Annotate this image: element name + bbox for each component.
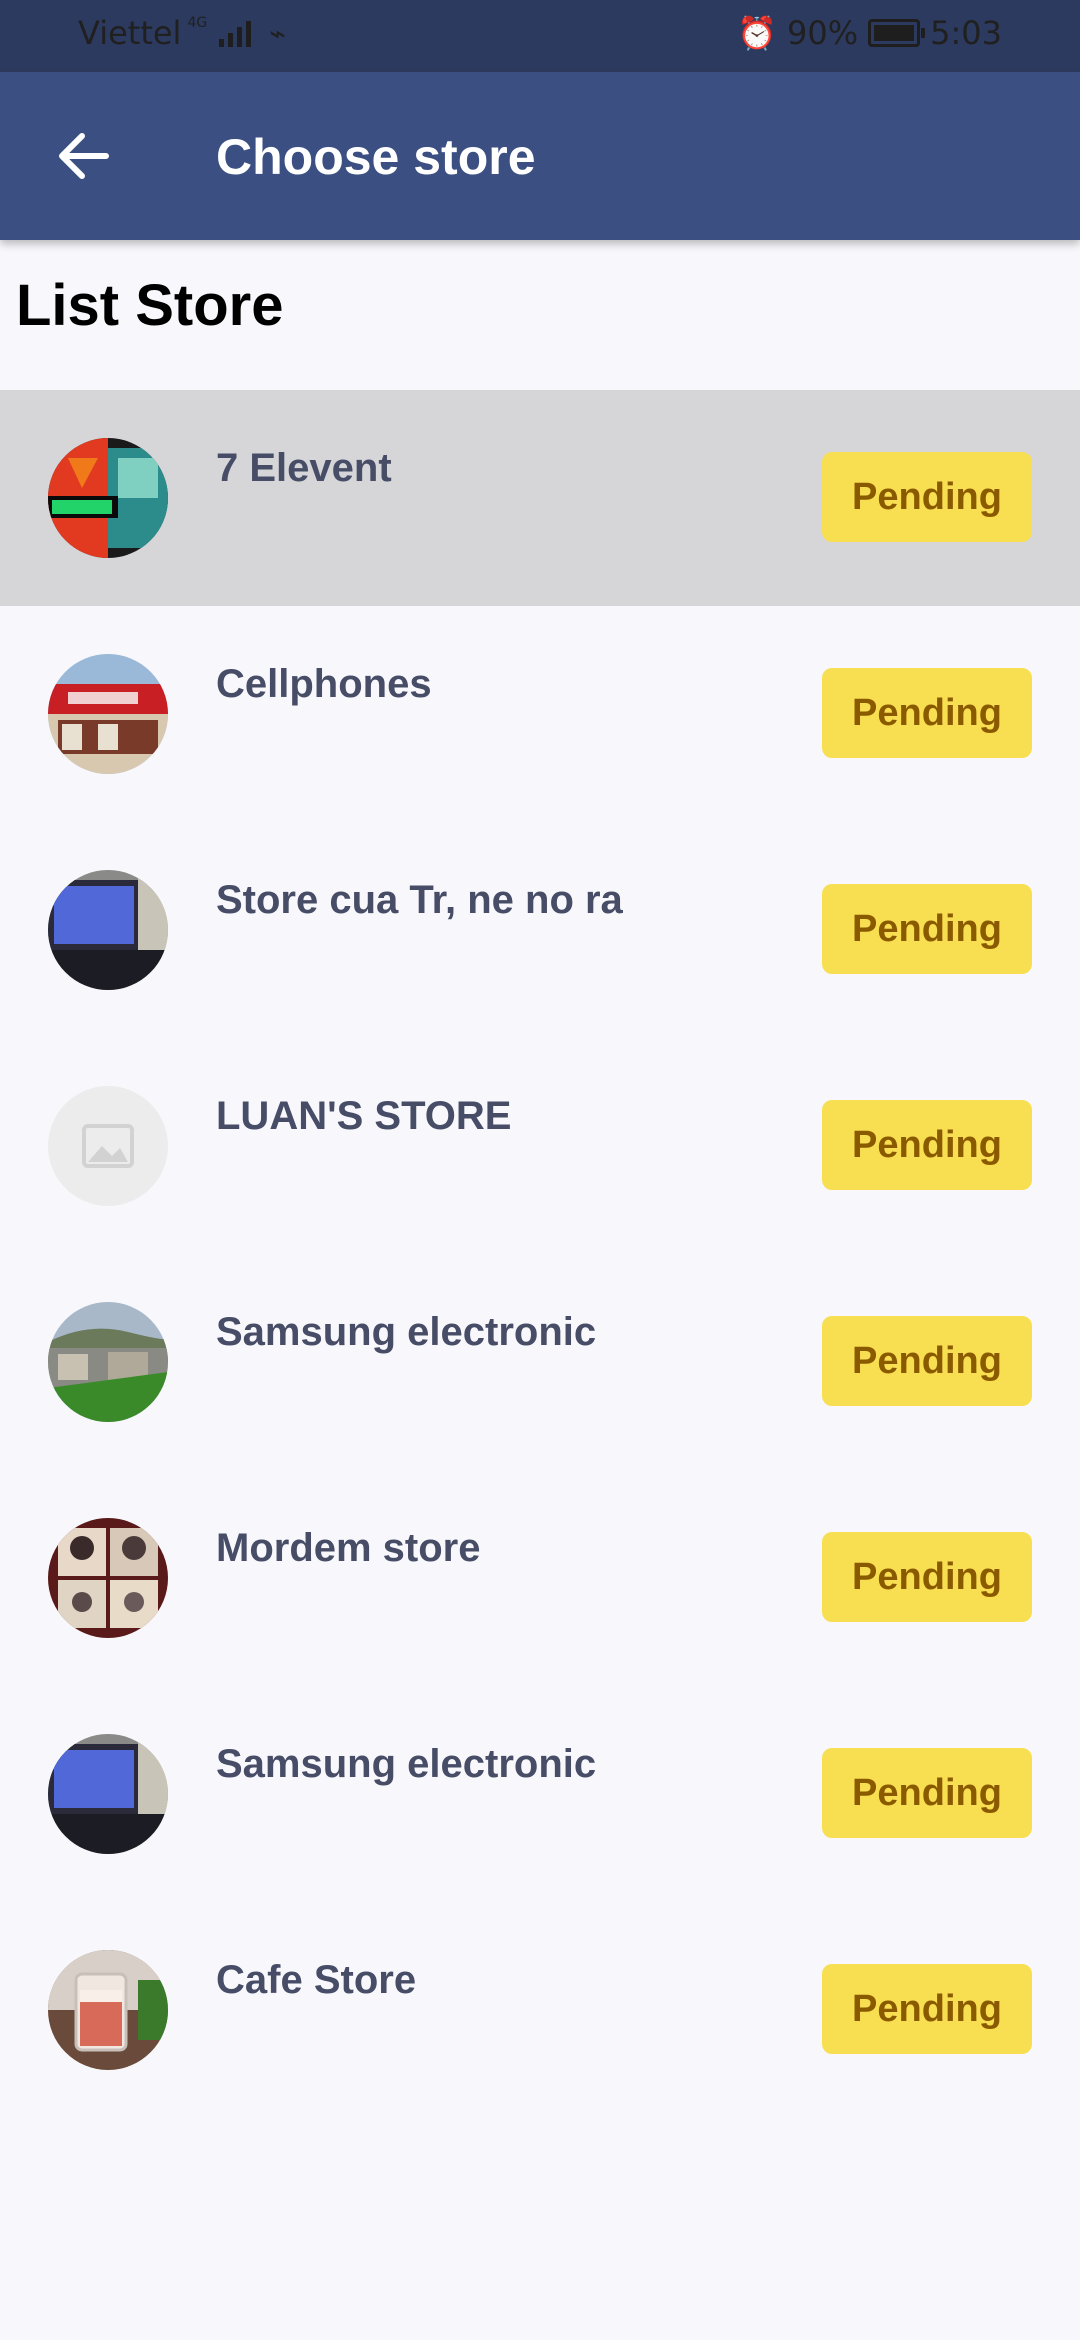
store-name: Samsung electronic [216,1742,597,1786]
store-name: 7 Elevent [216,446,392,490]
store-avatar-placeholder [48,1086,168,1206]
back-button[interactable] [46,116,126,196]
battery-icon [868,19,926,47]
status-badge[interactable]: Pending [822,1964,1032,2054]
store-avatar [48,870,168,990]
page-title: Choose store [216,129,536,185]
status-badge[interactable]: Pending [822,1316,1032,1406]
status-badge[interactable]: Pending [822,884,1032,974]
store-item[interactable]: Mordem store Pending [0,1470,1080,1686]
status-badge[interactable]: Pending [822,1748,1032,1838]
status-badge[interactable]: Pending [822,452,1032,542]
store-avatar [48,1734,168,1854]
store-item[interactable]: LUAN'S STORE Pending [0,1038,1080,1254]
store-avatar [48,654,168,774]
store-name: Samsung electronic [216,1310,597,1354]
status-bar: Viettel 4G ⌁ ⏰ 90% 5:03 [0,0,1080,72]
status-badge[interactable]: Pending [822,1532,1032,1622]
status-badge[interactable]: Pending [822,1100,1032,1190]
store-item[interactable]: Cellphones Pending [0,606,1080,822]
store-name: Cafe Store [216,1958,417,2002]
store-name: Store cua Tr, ne no ra [216,878,623,922]
network-type-label: 4G [187,15,208,31]
clock: 5:03 [930,14,1002,52]
store-avatar [48,1950,168,2070]
store-name: Cellphones [216,662,432,706]
store-avatar [48,1518,168,1638]
battery-percent: 90% [787,14,859,52]
signal-icon [219,19,252,47]
status-badge[interactable]: Pending [822,668,1032,758]
store-item[interactable]: 7 Elevent Pending [0,390,1080,606]
image-placeholder-icon [48,1086,168,1206]
store-name: LUAN'S STORE [216,1094,512,1138]
carrier-label: Viettel [78,14,182,52]
store-avatar [48,438,168,558]
app-bar: Choose store [0,72,1080,240]
store-item[interactable]: Cafe Store Pending [0,1902,1080,2118]
store-list: 7 Elevent Pending Cellphones Pending Sto… [0,390,1080,2118]
store-item[interactable]: Samsung electronic Pending [0,1686,1080,1902]
section-title: List Store [16,273,284,338]
store-name: Mordem store [216,1526,481,1570]
arrow-left-icon [59,133,109,179]
usb-icon: ⌁ [269,16,287,50]
alarm-icon: ⏰ [737,14,778,52]
store-item[interactable]: Samsung electronic Pending [0,1254,1080,1470]
store-avatar [48,1302,168,1422]
store-item[interactable]: Store cua Tr, ne no ra Pending [0,822,1080,1038]
